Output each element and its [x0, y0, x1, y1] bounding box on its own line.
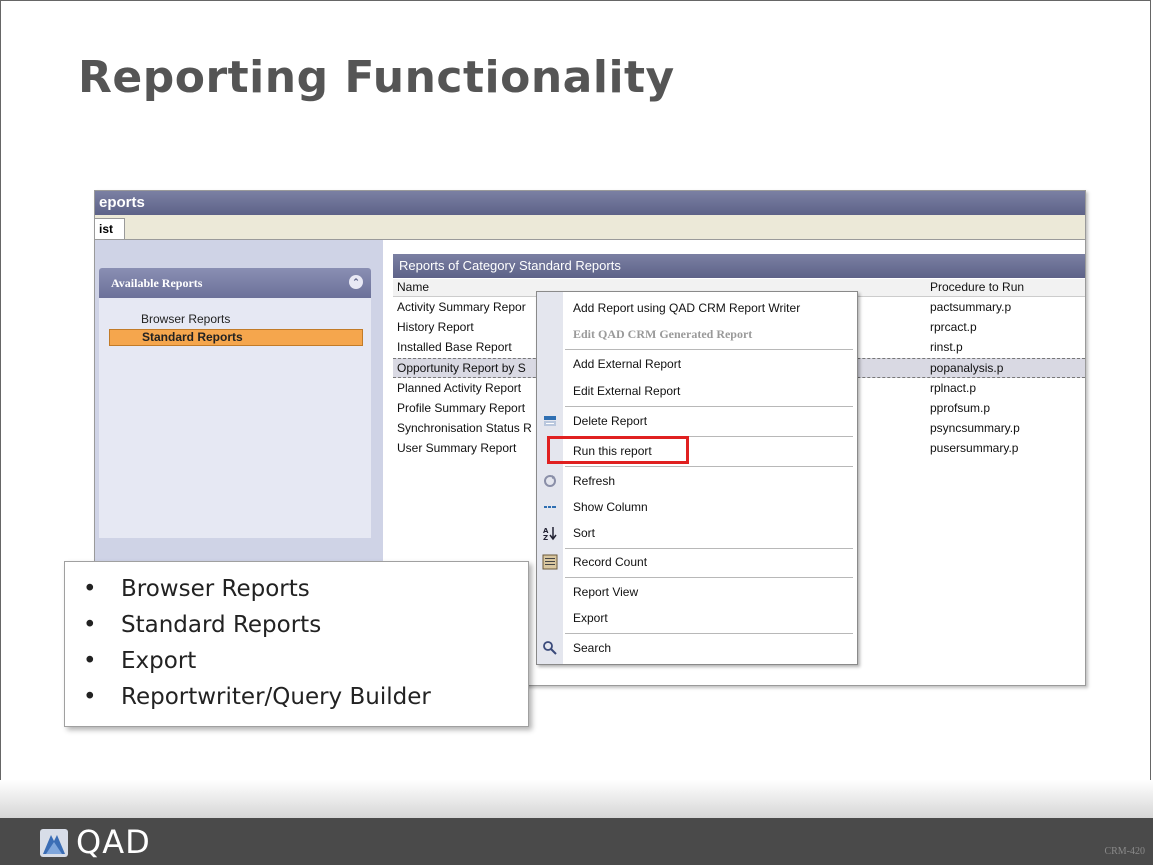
menu-item-sort[interactable]: Sort — [573, 526, 595, 540]
bullet-callout: • Browser Reports • Standard Reports • Expo… — [64, 561, 529, 727]
row-procedure: pactsummary.p — [930, 300, 1012, 314]
qad-logo-text: QAD — [76, 823, 151, 861]
menu-separator — [565, 349, 853, 350]
tab-strip: ist — [95, 215, 1085, 240]
bullet-item: • Standard Reports — [83, 612, 322, 638]
row-name: Synchronisation Status R — [397, 421, 532, 435]
row-name: User Summary Report — [397, 441, 517, 455]
menu-item-refresh[interactable]: Refresh — [573, 474, 615, 488]
refresh-icon — [542, 473, 558, 489]
menu-item-edit-external-report[interactable]: Edit External Report — [573, 384, 680, 398]
record-count-icon — [542, 554, 558, 570]
menu-item-search[interactable]: Search — [573, 641, 611, 655]
sort-icon: AZ — [542, 525, 558, 542]
menu-item-show-column[interactable]: Show Column — [573, 500, 648, 514]
svg-text:Z: Z — [543, 534, 548, 541]
show-column-icon — [542, 499, 558, 515]
row-procedure: rplnact.p — [930, 381, 977, 395]
menu-item-export[interactable]: Export — [573, 611, 608, 625]
row-procedure: psyncsummary.p — [930, 421, 1020, 435]
menu-separator — [565, 577, 853, 578]
row-procedure: rinst.p — [930, 340, 963, 354]
bullet-item: • Reportwriter/Query Builder — [83, 684, 431, 710]
search-icon — [542, 640, 558, 656]
row-name: Activity Summary Repor — [397, 300, 526, 314]
available-reports-title: Available Reports — [111, 276, 203, 290]
grid-header: Reports of Category Standard Reports — [393, 254, 1085, 278]
qad-logo-icon — [40, 829, 68, 857]
category-standard-reports[interactable]: Standard Reports — [109, 329, 363, 346]
menu-separator — [565, 466, 853, 467]
row-procedure: pusersummary.p — [930, 441, 1019, 455]
row-name: Opportunity Report by S — [397, 361, 526, 375]
menu-item-add-report-writer[interactable]: Add Report using QAD CRM Report Writer — [573, 301, 800, 315]
menu-item-record-count[interactable]: Record Count — [573, 555, 647, 569]
tab-list[interactable]: ist — [95, 218, 125, 239]
column-header-name[interactable]: Name — [397, 279, 429, 296]
bullet-item: • Export — [83, 648, 197, 674]
row-name: History Report — [397, 320, 474, 334]
footer-bar — [0, 818, 1153, 865]
row-name: Profile Summary Report — [397, 401, 526, 415]
menu-item-delete-report[interactable]: Delete Report — [573, 414, 647, 428]
collapse-icon[interactable]: ⌃ — [349, 275, 363, 289]
menu-separator — [565, 548, 853, 549]
delete-report-icon — [542, 413, 558, 429]
row-name: Planned Activity Report — [397, 381, 522, 395]
row-name: Installed Base Report — [397, 340, 512, 354]
row-procedure: popanalysis.p — [930, 361, 1004, 375]
category-browser-reports[interactable]: Browser Reports — [141, 312, 230, 326]
menu-separator — [565, 633, 853, 634]
footer-fade — [0, 780, 1153, 818]
available-reports-header[interactable]: Available Reports ⌃ — [99, 268, 371, 298]
context-menu: Add Report using QAD CRM Report Writer E… — [536, 291, 858, 665]
course-code: CRM-420 — [1104, 846, 1145, 857]
row-procedure: pprofsum.p — [930, 401, 991, 415]
menu-item-report-view[interactable]: Report View — [573, 585, 638, 599]
menu-item-add-external-report[interactable]: Add External Report — [573, 357, 681, 371]
menu-item-edit-generated-report: Edit QAD CRM Generated Report — [573, 327, 753, 341]
window-title: eports — [95, 191, 1085, 215]
bullet-item: • Browser Reports — [83, 576, 310, 602]
report-category-list: Browser Reports Standard Reports — [99, 298, 371, 538]
row-procedure: rprcact.p — [930, 320, 977, 334]
column-header-procedure[interactable]: Procedure to Run — [930, 279, 1024, 296]
menu-separator — [565, 406, 853, 407]
slide-title: Reporting Functionality — [78, 52, 675, 103]
run-report-highlight — [547, 436, 689, 464]
